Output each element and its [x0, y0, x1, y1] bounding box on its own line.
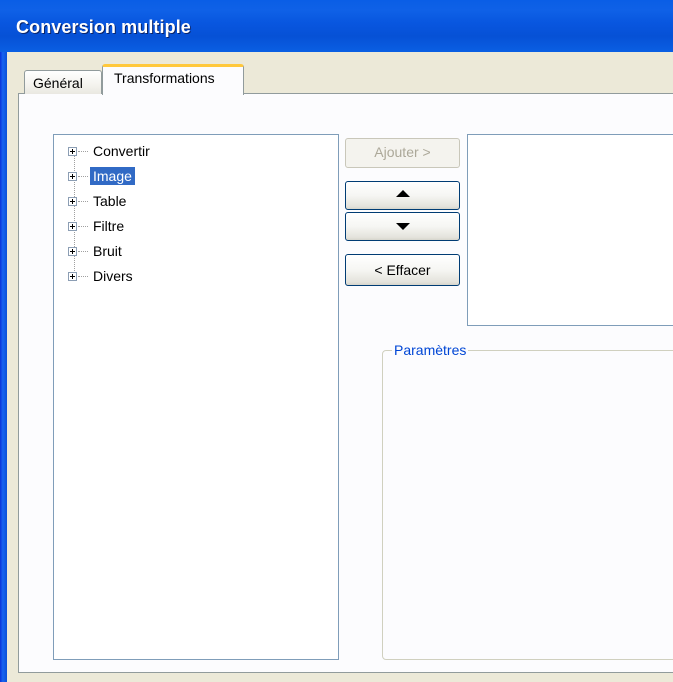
parameters-groupbox	[382, 350, 673, 660]
move-down-button[interactable]	[345, 212, 460, 241]
tab-transformations-label: Transformations	[114, 70, 215, 86]
clear-button-label: < Effacer	[374, 262, 431, 278]
triangle-up-icon	[395, 190, 410, 197]
add-button-label: Ajouter >	[374, 144, 431, 160]
tree-branch-line	[78, 276, 88, 277]
tree-branch-line	[78, 151, 88, 152]
tab-transformations[interactable]: Transformations	[102, 64, 244, 95]
tree-item-label: Convertir	[93, 143, 150, 159]
triangle-down-icon	[395, 223, 410, 230]
window-title: Conversion multiple	[16, 17, 191, 37]
tree-branch-line	[78, 176, 88, 177]
add-button[interactable]: Ajouter >	[345, 138, 460, 168]
expand-plus-icon[interactable]	[68, 147, 77, 156]
tab-general-label: Général	[33, 75, 83, 91]
tree-branch-line	[78, 201, 88, 202]
title-bar[interactable]: Conversion multiple	[0, 0, 673, 52]
parameters-group-label: Paramètres	[392, 342, 469, 358]
conversion-multiple-dialog: Conversion multiple Général Transformati…	[0, 0, 673, 682]
tree-item-label: Table	[93, 193, 127, 209]
tree-item-label: Bruit	[93, 243, 122, 259]
expand-plus-icon[interactable]	[68, 247, 77, 256]
tree-branch-line	[78, 251, 88, 252]
transformations-tree[interactable]: Convertir Image Table Filtre Bruit Diver…	[53, 134, 339, 660]
expand-plus-icon[interactable]	[68, 172, 77, 181]
expand-plus-icon[interactable]	[68, 222, 77, 231]
tree-connector-line	[74, 151, 75, 279]
clear-button[interactable]: < Effacer	[345, 254, 460, 286]
tree-branch-line	[78, 226, 88, 227]
selected-transformations-list[interactable]	[467, 134, 673, 326]
tab-general[interactable]: Général	[24, 70, 102, 94]
window-frame-left	[0, 52, 7, 682]
tree-item-label: Filtre	[93, 218, 125, 234]
expand-plus-icon[interactable]	[68, 272, 77, 281]
expand-plus-icon[interactable]	[68, 197, 77, 206]
move-up-button[interactable]	[345, 181, 460, 210]
tree-item-label: Divers	[93, 268, 133, 284]
tree-item-label: Image	[90, 167, 135, 185]
